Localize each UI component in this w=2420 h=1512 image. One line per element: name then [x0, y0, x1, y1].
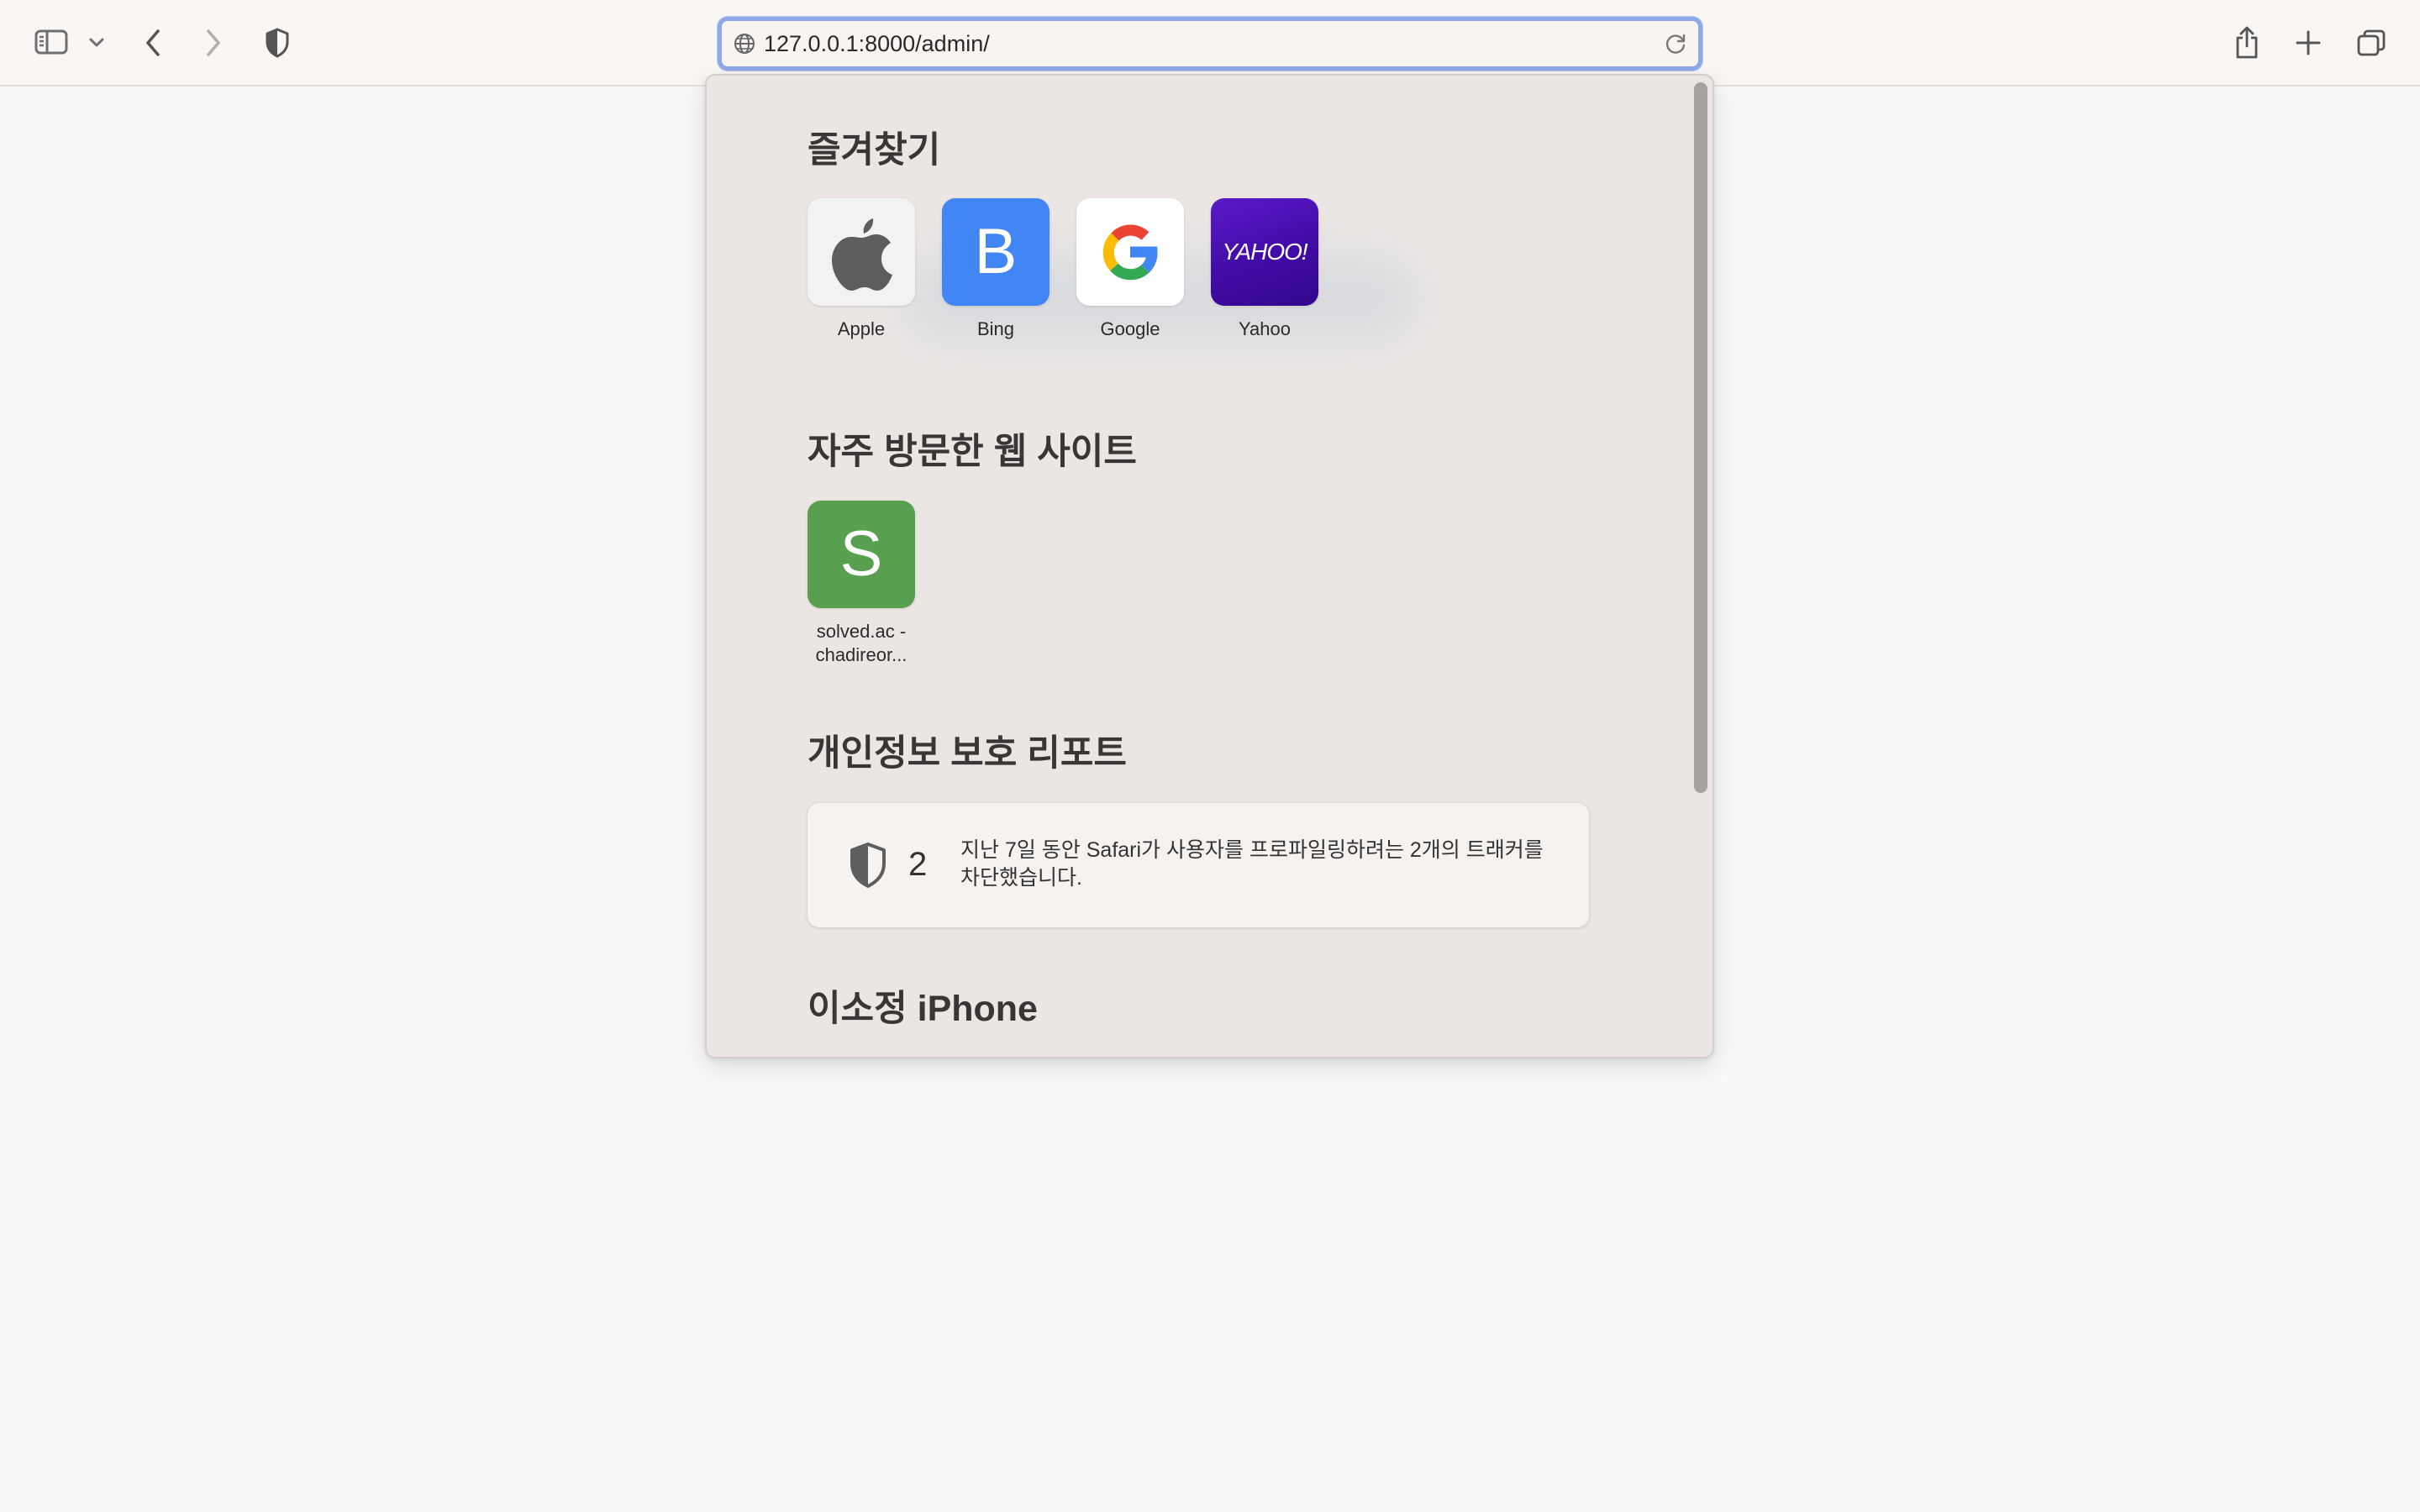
chevron-left-icon[interactable] [136, 24, 170, 62]
tile-letter: B [974, 216, 1018, 287]
globe-icon [734, 33, 755, 59]
shield-icon[interactable] [260, 25, 294, 60]
tile-label-line1: solved.ac - [816, 621, 907, 642]
favorite-yahoo[interactable]: YAHOO! Yahoo [1211, 198, 1320, 341]
tabs-icon[interactable] [2353, 25, 2390, 60]
tracker-count: 2 [908, 846, 928, 883]
tile-label: Bing [976, 318, 1015, 339]
privacy-report-title: 개인정보 보호 리포트 [808, 733, 1127, 774]
start-page-dropdown: 즐겨찾기 Apple B Bing Google YAHOO! Yahoo 자주… [705, 74, 1714, 1058]
plus-icon[interactable] [2291, 25, 2326, 60]
privacy-report-text: 지난 7일 동안 Safari가 사용자를 프로파일링하려는 2개의 트래커를 … [960, 838, 1544, 890]
favorites-title: 즐겨찾기 [808, 130, 941, 171]
icloud-device-title: 이소정 iPhone [808, 989, 1038, 1029]
tile-label: solved.ac - chadireor... [808, 620, 915, 667]
yahoo-logo: YAHOO! [1211, 198, 1318, 306]
favorite-google[interactable]: Google [1076, 198, 1186, 341]
tile-label-line2: chadireor... [815, 644, 908, 665]
scrollbar[interactable] [1694, 82, 1707, 1048]
tile-label: Google [1100, 318, 1160, 339]
google-icon [1076, 198, 1184, 306]
chevron-right-icon[interactable] [197, 24, 230, 62]
tile-label: Apple [837, 318, 886, 339]
shield-icon [848, 842, 888, 893]
frequent-site-solved-ac[interactable]: S solved.ac - chadireor... [808, 501, 917, 667]
letter-b-icon: B [942, 198, 1050, 306]
tile-label: Yahoo [1239, 318, 1291, 339]
tile-letter: S [839, 518, 883, 590]
url-text[interactable]: 127.0.0.1:8000/admin/ [764, 31, 990, 56]
privacy-report-card[interactable]: 2 지난 7일 동안 Safari가 사용자를 프로파일링하려는 2개의 트래커… [808, 803, 1589, 927]
scrollbar-thumb[interactable] [1694, 82, 1707, 793]
apple-icon [808, 198, 915, 306]
favorite-apple[interactable]: Apple [808, 198, 917, 341]
chevron-down-icon[interactable] [84, 32, 109, 54]
share-icon[interactable] [2228, 22, 2265, 64]
address-bar[interactable]: 127.0.0.1:8000/admin/ [718, 17, 1702, 71]
letter-s-icon: S [808, 501, 915, 608]
yahoo-logo-text: YAHOO! [1222, 239, 1307, 265]
reload-icon[interactable] [1665, 32, 1688, 60]
frequently-visited-title: 자주 방문한 웹 사이트 [808, 432, 1137, 472]
favorite-bing[interactable]: B Bing [942, 198, 1051, 341]
sidebar-icon[interactable] [30, 25, 72, 59]
